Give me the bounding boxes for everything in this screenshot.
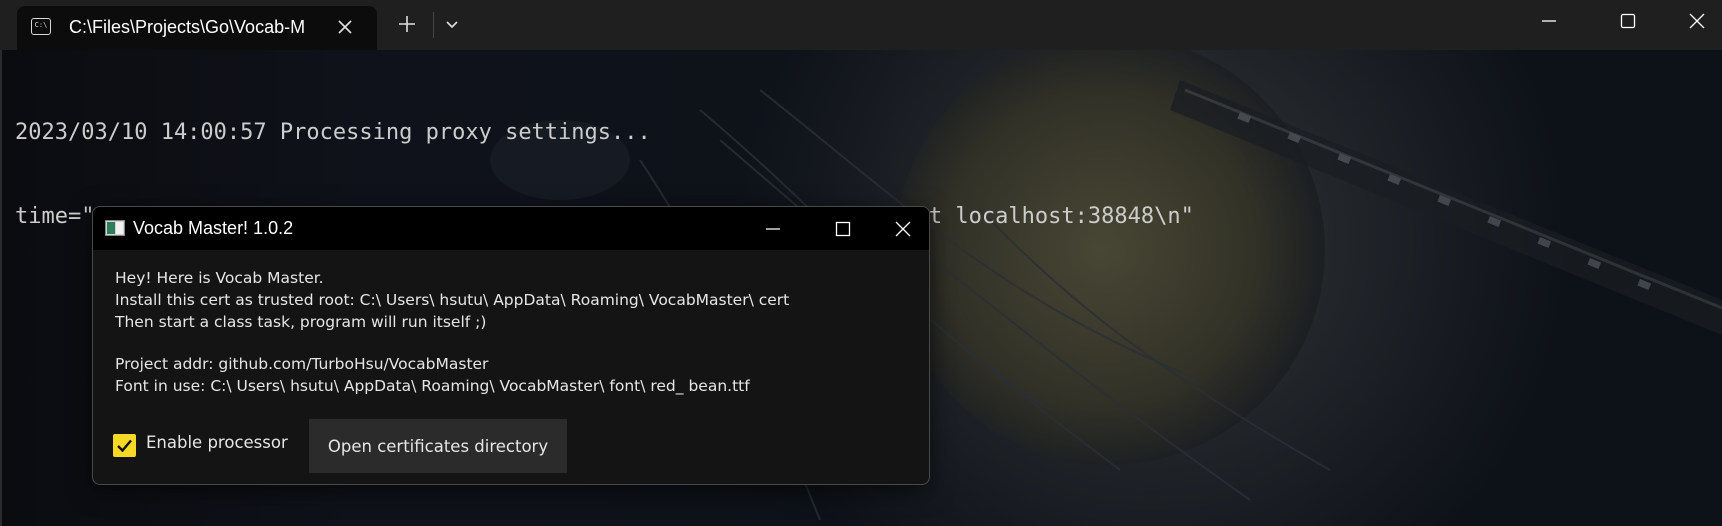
font-path-text: Font in use: C:\ Users\ hsutu\ AppData\ … (115, 377, 750, 395)
new-tab-button[interactable] (393, 10, 421, 38)
terminal-line: 2023/03/10 14:00:57 Processing proxy set… (15, 120, 651, 145)
app-icon (105, 220, 125, 236)
terminal-titlebar[interactable]: C:\ C:\Files\Projects\Go\Vocab-M (0, 0, 1722, 50)
project-address-text: Project addr: github.com/TurboHsu/VocabM… (115, 355, 489, 373)
maximize-icon (835, 221, 851, 237)
dialog-message: Hey! Here is Vocab Master. Install this … (115, 267, 789, 397)
maximize-button[interactable] (1598, 0, 1658, 42)
dialog-title: Vocab Master! 1.0.2 (133, 218, 294, 238)
close-icon (895, 221, 911, 237)
terminal-icon: C:\ (31, 18, 51, 35)
checkbox-box[interactable] (113, 434, 136, 457)
chevron-down-icon (446, 21, 458, 29)
close-icon (1689, 13, 1705, 29)
tab-dropdown-button[interactable] (438, 10, 466, 38)
minimize-button[interactable] (1519, 0, 1579, 42)
dialog-titlebar[interactable]: Vocab Master! 1.0.2 (93, 207, 929, 250)
cert-instruction-text: Install this cert as trusted root: C:\ U… (115, 291, 790, 309)
tab-separator (433, 12, 434, 38)
dialog-close-button[interactable] (873, 207, 929, 250)
task-instruction-text: Then start a class task, program will ru… (115, 313, 487, 331)
window-left-edge (0, 50, 2, 526)
dialog-maximize-button[interactable] (813, 207, 873, 250)
vocab-master-window: Vocab Master! 1.0.2 Hey! Here is Vocab M… (92, 206, 930, 485)
minimize-icon (1542, 20, 1556, 22)
dialog-minimize-button[interactable] (743, 207, 803, 250)
maximize-icon (1620, 13, 1636, 29)
checkmark-icon (117, 439, 132, 453)
plus-icon (399, 16, 415, 32)
tab-vocab-master[interactable]: C:\ C:\Files\Projects\Go\Vocab-M (17, 6, 377, 50)
greeting-text: Hey! Here is Vocab Master. (115, 269, 324, 287)
checkbox-label: Enable processor (146, 433, 288, 452)
tab-title: C:\Files\Projects\Go\Vocab-M (69, 17, 306, 37)
open-certificates-directory-button[interactable]: Open certificates directory (309, 419, 567, 473)
close-tab-button[interactable] (332, 14, 358, 40)
close-icon (338, 20, 352, 34)
close-window-button[interactable] (1667, 0, 1722, 42)
minimize-icon (766, 228, 780, 230)
terminal-window: C:\ C:\Files\Projects\Go\Vocab-M 2023/03… (0, 0, 1722, 526)
